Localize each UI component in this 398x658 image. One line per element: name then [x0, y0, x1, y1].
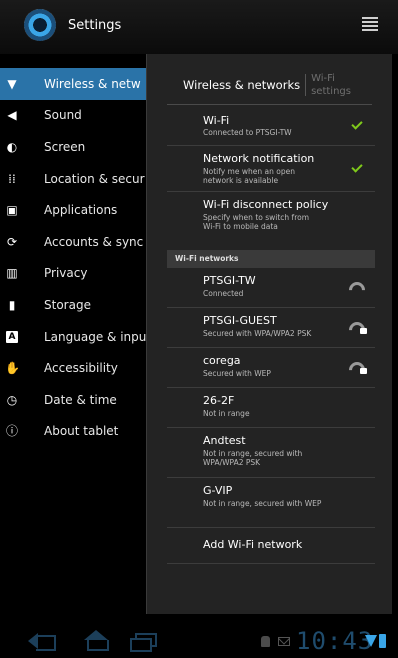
hand-icon: ✋	[5, 361, 20, 376]
wifi-networks-category: Wi-Fi networks	[167, 250, 375, 268]
header-label: Accounts & sync	[44, 234, 144, 249]
network-ssid: PTSGI-TW	[203, 274, 256, 287]
grid-icon: ⁞⁞	[8, 171, 16, 186]
status-wifi-icon	[365, 635, 377, 647]
pref-title: Wi-Fi	[203, 114, 230, 127]
pref-summary: Specify when to switch from Wi-Fi to mob…	[203, 213, 310, 231]
action-bar: Settings	[0, 0, 398, 54]
home-icon[interactable]	[80, 630, 112, 651]
notification-checkbox[interactable]	[351, 163, 361, 173]
header-location-security[interactable]: ⁞⁞ Location & secur	[0, 163, 146, 195]
network-item[interactable]: Andtest Not in range, secured with WPA/W…	[167, 428, 375, 478]
network-ssid: PTSGI-GUEST	[203, 314, 277, 327]
network-status: Not in range	[203, 409, 250, 418]
system-bar: 10:43	[0, 624, 398, 658]
network-status: Connected	[203, 289, 244, 298]
wifi-icon: ▼	[7, 76, 17, 91]
clock-icon: ◷	[6, 392, 18, 407]
header-privacy[interactable]: ▥ Privacy	[0, 258, 146, 290]
pref-title: Wi-Fi disconnect policy	[203, 198, 329, 211]
brightness-icon: ◐	[6, 139, 18, 154]
apps-icon: ▣	[6, 203, 18, 218]
header-label: Language & inpu	[44, 329, 146, 344]
header-accounts-sync[interactable]: ⟳ Accounts & sync	[0, 226, 146, 258]
disconnect-policy-pref[interactable]: Wi-Fi disconnect policy Specify when to …	[167, 192, 375, 238]
category-label: Wi-Fi networks	[175, 254, 239, 263]
network-status: Secured with WPA/WPA2 PSK	[203, 329, 312, 338]
wifi-signal-icon	[345, 278, 369, 302]
network-status: Not in range, secured with WPA/WPA2 PSK	[203, 449, 303, 467]
overflow-menu-icon[interactable]	[362, 17, 378, 33]
breadcrumb-subtitle: Wi-Fi settings	[311, 73, 351, 97]
network-item[interactable]: G-VIP Not in range, secured with WEP	[167, 478, 375, 528]
header-label: Sound	[44, 108, 82, 123]
header-label: Date & time	[44, 392, 117, 407]
header-label: Location & secur	[44, 171, 145, 186]
battery-icon	[379, 634, 386, 648]
add-network-label: Add Wi-Fi network	[203, 538, 303, 551]
add-wifi-network-item[interactable]: Add Wi-Fi network	[167, 528, 375, 564]
network-status: Secured with WEP	[203, 369, 271, 378]
header-label: Storage	[44, 297, 91, 312]
wifi-signal-lock-icon	[345, 358, 369, 382]
network-ssid: Andtest	[203, 434, 246, 447]
app-title: Settings	[68, 18, 122, 33]
header-screen[interactable]: ◐ Screen	[0, 131, 146, 163]
sync-icon: ⟳	[6, 234, 18, 249]
header-label: About tablet	[44, 424, 119, 439]
network-notification-pref[interactable]: Network notification Notify me when an o…	[167, 146, 375, 192]
network-item[interactable]: 26-2F Not in range	[167, 388, 375, 428]
header-date-time[interactable]: ◷ Date & time	[0, 384, 146, 416]
header-sound[interactable]: ◀ Sound	[0, 100, 146, 132]
pref-summary: Connected to PTSGI-TW	[203, 128, 292, 137]
usb-debug-icon	[261, 636, 270, 647]
network-item[interactable]: PTSGI-GUEST Secured with WPA/WPA2 PSK	[167, 308, 375, 348]
network-item[interactable]: PTSGI-TW Connected	[167, 268, 375, 308]
header-applications[interactable]: ▣ Applications	[0, 194, 146, 226]
pref-title: Network notification	[203, 152, 315, 165]
speaker-icon: ◀	[7, 108, 17, 123]
privacy-icon: ▥	[6, 266, 18, 281]
header-about-tablet[interactable]: ⓘ About tablet	[0, 416, 146, 448]
divider	[167, 563, 375, 564]
back-icon[interactable]	[24, 633, 56, 651]
settings-headers-list: ▼ Wireless & netw ◀ Sound ◐ Screen ⁞⁞ Lo…	[0, 68, 146, 447]
header-label: Accessibility	[44, 361, 118, 376]
breadcrumb-divider-line	[167, 104, 372, 105]
storage-icon: ▮	[8, 297, 16, 312]
breadcrumb-title[interactable]: Wireless & networks	[183, 78, 300, 92]
network-ssid: corega	[203, 354, 241, 367]
breadcrumb-divider	[305, 74, 307, 96]
header-label: Wireless & netw	[44, 76, 141, 91]
settings-app-icon[interactable]	[24, 9, 56, 41]
wifi-settings-panel: Wireless & networks Wi-Fi settings Wi-Fi…	[146, 54, 392, 614]
recent-apps-icon[interactable]	[130, 633, 157, 652]
breadcrumb: Wireless & networks Wi-Fi settings	[183, 68, 357, 102]
network-item[interactable]: corega Secured with WEP	[167, 348, 375, 388]
mail-icon	[278, 637, 290, 646]
network-ssid: 26-2F	[203, 394, 235, 407]
header-wireless-networks[interactable]: ▼ Wireless & netw	[0, 68, 146, 100]
wifi-checkbox[interactable]	[351, 120, 361, 130]
header-label: Privacy	[44, 266, 88, 281]
header-label: Applications	[44, 203, 118, 218]
header-storage[interactable]: ▮ Storage	[0, 289, 146, 321]
wifi-toggle-pref[interactable]: Wi-Fi Connected to PTSGI-TW	[167, 106, 375, 146]
wifi-signal-lock-icon	[345, 318, 369, 342]
header-label: Screen	[44, 139, 86, 154]
network-status: Not in range, secured with WEP	[203, 499, 322, 508]
header-accessibility[interactable]: ✋ Accessibility	[0, 352, 146, 384]
status-clock[interactable]: 10:43	[296, 627, 373, 655]
language-icon: A	[6, 330, 18, 343]
pref-summary: Notify me when an open network is availa…	[203, 167, 295, 185]
network-ssid: G-VIP	[203, 484, 233, 497]
info-icon: ⓘ	[5, 424, 18, 439]
header-language-input[interactable]: A Language & inpu	[0, 321, 146, 353]
